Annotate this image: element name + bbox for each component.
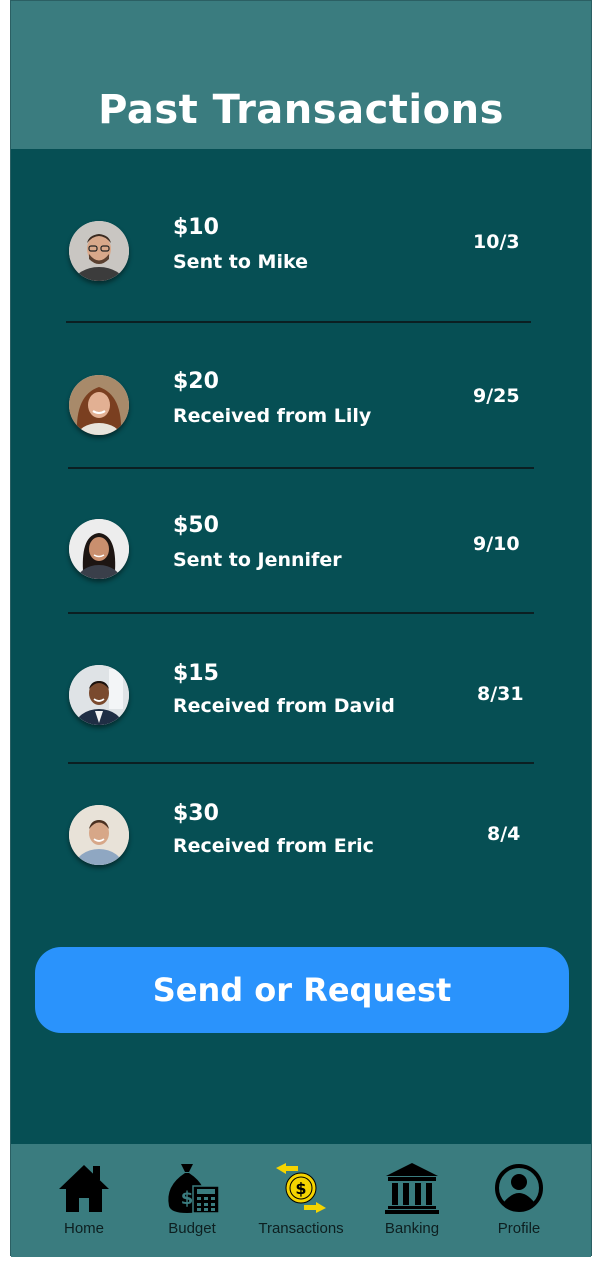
- transaction-description: Received from Eric: [173, 835, 374, 857]
- nav-label-home: Home: [63, 1220, 104, 1237]
- transaction-amount: $20: [173, 369, 219, 394]
- transaction-row[interactable]: $30 Received from Eric 8/4: [11, 785, 591, 925]
- transaction-amount: $15: [173, 661, 219, 686]
- phone-screen: Past Transactions $10 Sent to Mike 10/3: [10, 0, 592, 1257]
- divider: [66, 321, 531, 323]
- svg-text:$: $: [181, 1188, 194, 1209]
- avatar-jennifer-image: [69, 519, 129, 579]
- transaction-row[interactable]: $15 Received from David 8/31: [11, 645, 591, 785]
- nav-label-banking: Banking: [384, 1220, 440, 1237]
- transaction-description: Received from David: [173, 695, 395, 717]
- bank-icon: [385, 1163, 439, 1214]
- transaction-date: 9/10: [473, 533, 520, 555]
- avatar: [69, 519, 129, 579]
- page-title: Past Transactions: [98, 87, 504, 133]
- nav-item-transactions[interactable]: $ Transactions: [251, 1162, 351, 1237]
- transaction-date: 9/25: [473, 385, 520, 407]
- transaction-date: 8/31: [477, 683, 524, 705]
- transaction-description: Sent to Jennifer: [173, 549, 342, 571]
- transaction-description: Sent to Mike: [173, 251, 308, 273]
- avatar: [69, 665, 129, 725]
- avatar-mike-image: [69, 221, 129, 281]
- transaction-row[interactable]: $10 Sent to Mike 10/3: [11, 201, 591, 341]
- nav-item-home[interactable]: Home: [34, 1162, 134, 1237]
- transaction-amount: $10: [173, 215, 219, 240]
- profile-icon: [495, 1164, 543, 1212]
- nav-item-budget[interactable]: $ Budget: [142, 1162, 242, 1237]
- nav-item-profile[interactable]: Profile: [469, 1162, 569, 1237]
- money-bag-calculator-icon: $: [168, 1164, 220, 1214]
- nav-label-transactions: Transactions: [258, 1220, 344, 1237]
- avatar-lily-image: [69, 375, 129, 435]
- send-or-request-button[interactable]: Send or Request: [35, 947, 569, 1033]
- svg-text:$: $: [295, 1179, 306, 1198]
- avatar: [69, 221, 129, 281]
- transaction-row[interactable]: $50 Sent to Jennifer 9/10: [11, 499, 591, 639]
- transaction-amount: $50: [173, 513, 219, 538]
- transaction-date: 8/4: [487, 823, 521, 845]
- avatar: [69, 805, 129, 865]
- transfer-dollar-icon: $: [276, 1163, 326, 1213]
- avatar: [69, 375, 129, 435]
- transaction-date: 10/3: [473, 231, 520, 253]
- nav-item-banking[interactable]: Banking: [362, 1162, 462, 1237]
- divider: [68, 467, 534, 469]
- avatar-eric-image: [69, 805, 129, 865]
- avatar-david-image: [69, 665, 129, 725]
- transaction-row[interactable]: $20 Received from Lily 9/25: [11, 355, 591, 495]
- nav-label-budget: Budget: [168, 1220, 216, 1237]
- divider: [68, 612, 534, 614]
- bottom-nav: Home $ Budget $ Transactions Banking Pro…: [11, 1144, 591, 1257]
- transaction-description: Received from Lily: [173, 405, 372, 427]
- home-icon: [59, 1165, 109, 1212]
- nav-label-profile: Profile: [497, 1220, 541, 1237]
- divider: [68, 762, 534, 764]
- transaction-amount: $30: [173, 801, 219, 826]
- header-bar: Past Transactions: [11, 1, 591, 149]
